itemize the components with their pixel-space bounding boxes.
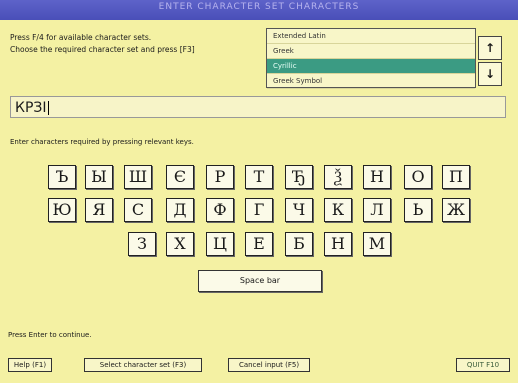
- key[interactable]: Н: [363, 165, 391, 189]
- key[interactable]: Ш: [124, 165, 152, 189]
- key[interactable]: Ы: [85, 165, 113, 189]
- key[interactable]: Ц: [206, 232, 234, 256]
- input-value: КРЗІ: [15, 100, 47, 116]
- key[interactable]: Я: [85, 198, 113, 222]
- charset-item[interactable]: Greek: [267, 44, 475, 59]
- key[interactable]: Н: [324, 232, 352, 256]
- key[interactable]: Є: [166, 165, 194, 189]
- key[interactable]: Р: [206, 165, 234, 189]
- keyboard-hint: Enter characters required by pressing re…: [10, 138, 194, 146]
- key[interactable]: Ь: [404, 198, 432, 222]
- key[interactable]: О: [404, 165, 432, 189]
- key[interactable]: К: [324, 198, 352, 222]
- key[interactable]: М: [363, 232, 391, 256]
- continue-hint: Press Enter to continue.: [8, 331, 92, 339]
- key[interactable]: Ж: [442, 198, 470, 222]
- key[interactable]: П: [442, 165, 470, 189]
- key[interactable]: Ч: [285, 198, 313, 222]
- key[interactable]: Т: [245, 165, 273, 189]
- key[interactable]: Б: [285, 232, 313, 256]
- key[interactable]: Ђ: [285, 165, 313, 189]
- character-set-list[interactable]: Extended Latin Greek Cyrillic Greek Symb…: [266, 28, 476, 89]
- key[interactable]: С: [124, 198, 152, 222]
- instructions: Press F/4 for available character sets. …: [10, 32, 195, 56]
- character-input-field[interactable]: КРЗІ: [10, 96, 506, 118]
- key[interactable]: Л: [363, 198, 391, 222]
- help-button[interactable]: Help (F1): [8, 358, 52, 372]
- quit-button[interactable]: QUIT F10: [456, 358, 510, 372]
- scroll-up-button[interactable]: ↑: [478, 36, 502, 60]
- key[interactable]: Х: [166, 232, 194, 256]
- instruction-line-2: Choose the required character set and pr…: [10, 45, 195, 54]
- key[interactable]: Д: [166, 198, 194, 222]
- space-bar-key[interactable]: Space bar: [198, 270, 322, 292]
- arrow-down-icon: ↓: [484, 67, 496, 81]
- key[interactable]: Е: [245, 232, 273, 256]
- key[interactable]: Ѯ: [324, 165, 352, 189]
- arrow-up-icon: ↑: [484, 41, 496, 55]
- select-charset-button[interactable]: Select character set (F3): [84, 358, 202, 372]
- key[interactable]: Ю: [48, 198, 76, 222]
- key[interactable]: З: [128, 232, 156, 256]
- scroll-down-button[interactable]: ↓: [478, 62, 502, 86]
- instruction-line-1: Press F/4 for available character sets.: [10, 33, 152, 42]
- character-set-screen: ENTER CHARACTER SET CHARACTERS Press F/4…: [0, 0, 518, 383]
- charset-item[interactable]: Extended Latin: [267, 29, 475, 44]
- key[interactable]: Ф: [206, 198, 234, 222]
- charset-item-selected[interactable]: Cyrillic: [267, 59, 475, 74]
- text-cursor: [47, 101, 49, 115]
- charset-item[interactable]: Greek Symbol: [267, 74, 475, 89]
- window-title: ENTER CHARACTER SET CHARACTERS: [158, 2, 360, 12]
- title-bar: ENTER CHARACTER SET CHARACTERS: [0, 0, 518, 20]
- cancel-input-button[interactable]: Cancel input (F5): [228, 358, 310, 372]
- key[interactable]: Ъ: [48, 165, 76, 189]
- key[interactable]: Г: [245, 198, 273, 222]
